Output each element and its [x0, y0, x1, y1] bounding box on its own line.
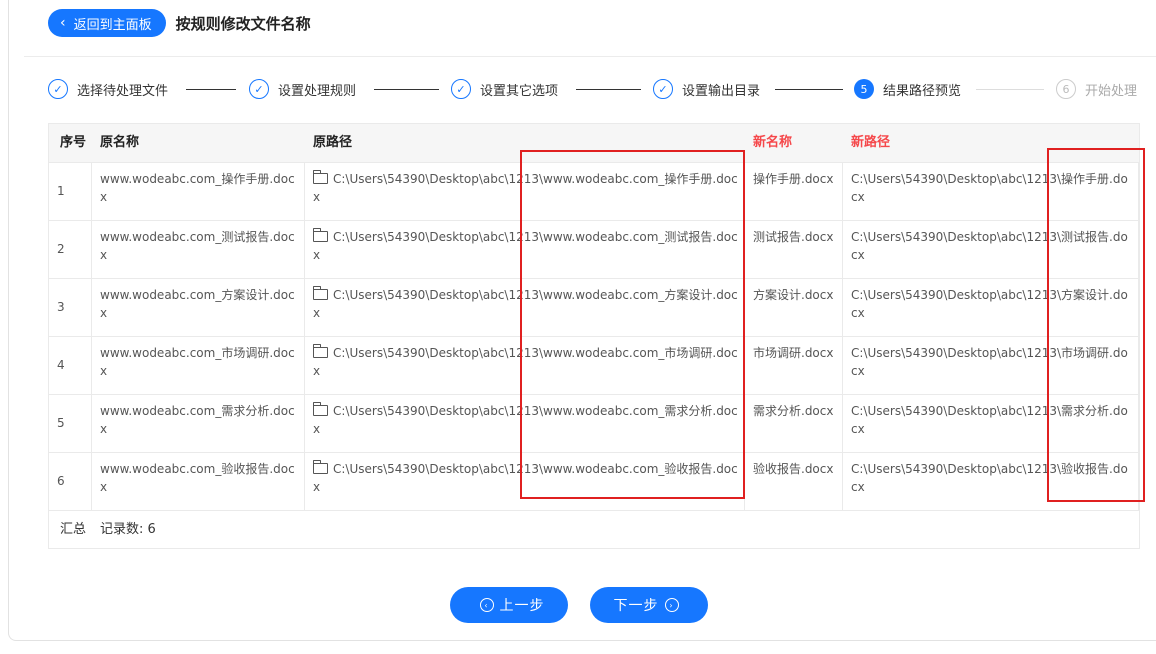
- cell-new-name: 需求分析.docx: [745, 394, 843, 452]
- check-circle-icon: ✓: [653, 79, 673, 99]
- step-connector: [374, 89, 439, 90]
- back-button-label: 返回到主面板: [73, 17, 152, 33]
- step-connector: [775, 89, 843, 90]
- step-label: 设置处理规则: [278, 83, 357, 99]
- check-circle-icon: ✓: [48, 79, 68, 99]
- cell-orig-name-text: www.wodeabc.com_操作手册.docx: [100, 172, 295, 204]
- cell-no: 1: [49, 162, 92, 220]
- cell-orig-name: www.wodeabc.com_方案设计.docx: [92, 278, 305, 336]
- cell-orig-name: www.wodeabc.com_需求分析.docx: [92, 394, 305, 452]
- step-connector: [576, 89, 641, 90]
- cell-new-name-text: 验收报告.docx: [753, 462, 834, 476]
- cell-no: 2: [49, 220, 92, 278]
- next-step-label: 下一步: [613, 598, 659, 614]
- cell-new-name-text: 市场调研.docx: [753, 346, 834, 360]
- header-divider: [24, 56, 1156, 57]
- step-indicator: ✓ 选择待处理文件 ✓ 设置处理规则 ✓ 设置其它选项 ✓ 设置输出目录 5 结…: [48, 76, 1148, 104]
- check-circle-icon: ✓: [249, 79, 269, 99]
- cell-orig-name: www.wodeabc.com_测试报告.docx: [92, 220, 305, 278]
- folder-icon[interactable]: [313, 228, 328, 242]
- cell-no-text: 4: [57, 358, 65, 372]
- cell-new-name: 方案设计.docx: [745, 278, 843, 336]
- cell-no-text: 3: [57, 300, 65, 314]
- cell-no-text: 6: [57, 474, 65, 488]
- highlight-box-new-path: [1047, 148, 1145, 502]
- step-label: 选择待处理文件: [77, 83, 169, 99]
- cell-no: 4: [49, 336, 92, 394]
- folder-icon[interactable]: [313, 286, 328, 300]
- step-select-files[interactable]: ✓ 选择待处理文件: [48, 76, 168, 102]
- folder-icon[interactable]: [313, 402, 328, 416]
- cell-orig-name-text: www.wodeabc.com_验收报告.docx: [100, 462, 295, 494]
- circle-chevron-left-icon: ‹: [479, 598, 494, 612]
- step-output-dir[interactable]: ✓ 设置输出目录: [653, 76, 760, 102]
- cell-orig-name: www.wodeabc.com_市场调研.docx: [92, 336, 305, 394]
- cell-orig-name: www.wodeabc.com_操作手册.docx: [92, 162, 305, 220]
- step-set-rules[interactable]: ✓ 设置处理规则: [249, 76, 356, 102]
- header: ‹ 返回到主面板 按规则修改文件名称: [48, 8, 311, 38]
- step-label: 设置其它选项: [480, 83, 559, 99]
- back-to-dashboard-button[interactable]: ‹ 返回到主面板: [48, 9, 166, 37]
- cell-no-text: 1: [57, 184, 65, 198]
- column-header-orig-name[interactable]: 原名称: [100, 124, 139, 162]
- page-title: 按规则修改文件名称: [175, 14, 311, 33]
- step-number: 5: [854, 79, 874, 99]
- record-count: 记录数: 6: [100, 522, 156, 537]
- column-header-no[interactable]: 序号: [60, 124, 86, 162]
- next-step-button[interactable]: 下一步 ›: [590, 587, 708, 623]
- column-header-new-path[interactable]: 新路径: [851, 124, 890, 162]
- cell-orig-name-text: www.wodeabc.com_方案设计.docx: [100, 288, 295, 320]
- step-number: 6: [1056, 79, 1076, 99]
- step-start-processing[interactable]: 6 开始处理: [1056, 76, 1137, 102]
- step-preview-paths[interactable]: 5 结果路径预览: [854, 76, 961, 102]
- cell-no: 5: [49, 394, 92, 452]
- step-other-options[interactable]: ✓ 设置其它选项: [451, 76, 558, 102]
- cell-no: 6: [49, 452, 92, 510]
- folder-icon[interactable]: [313, 460, 328, 474]
- cell-new-name: 市场调研.docx: [745, 336, 843, 394]
- cell-no-text: 2: [57, 242, 65, 256]
- cell-orig-name-text: www.wodeabc.com_需求分析.docx: [100, 404, 295, 436]
- column-header-orig-path[interactable]: 原路径: [313, 124, 352, 162]
- circle-chevron-right-icon: ›: [664, 598, 679, 612]
- prev-step-button[interactable]: ‹ 上一步: [450, 587, 568, 623]
- folder-icon[interactable]: [313, 344, 328, 358]
- table-summary: 汇总 记录数: 6: [49, 511, 1139, 549]
- folder-icon[interactable]: [313, 170, 328, 184]
- step-label: 设置输出目录: [682, 83, 761, 99]
- prev-step-label: 上一步: [499, 598, 545, 614]
- cell-new-name-text: 操作手册.docx: [753, 172, 834, 186]
- summary-label: 汇总: [60, 522, 87, 537]
- step-connector: [976, 89, 1044, 90]
- highlight-box-orig-path: [520, 150, 745, 499]
- step-label: 开始处理: [1085, 83, 1138, 99]
- step-connector: [186, 89, 236, 90]
- cell-new-name: 验收报告.docx: [745, 452, 843, 510]
- cell-new-name-text: 需求分析.docx: [753, 404, 834, 418]
- cell-orig-name: www.wodeabc.com_验收报告.docx: [92, 452, 305, 510]
- cell-new-name-text: 测试报告.docx: [753, 230, 834, 244]
- column-header-new-name[interactable]: 新名称: [753, 124, 792, 162]
- cell-no-text: 5: [57, 416, 65, 430]
- step-label: 结果路径预览: [883, 83, 962, 99]
- check-circle-icon: ✓: [451, 79, 471, 99]
- cell-orig-name-text: www.wodeabc.com_市场调研.docx: [100, 346, 295, 378]
- chevron-left-icon: ‹: [60, 15, 66, 31]
- cell-new-name: 测试报告.docx: [745, 220, 843, 278]
- cell-new-name: 操作手册.docx: [745, 162, 843, 220]
- cell-orig-name-text: www.wodeabc.com_测试报告.docx: [100, 230, 295, 262]
- cell-new-name-text: 方案设计.docx: [753, 288, 834, 302]
- cell-no: 3: [49, 278, 92, 336]
